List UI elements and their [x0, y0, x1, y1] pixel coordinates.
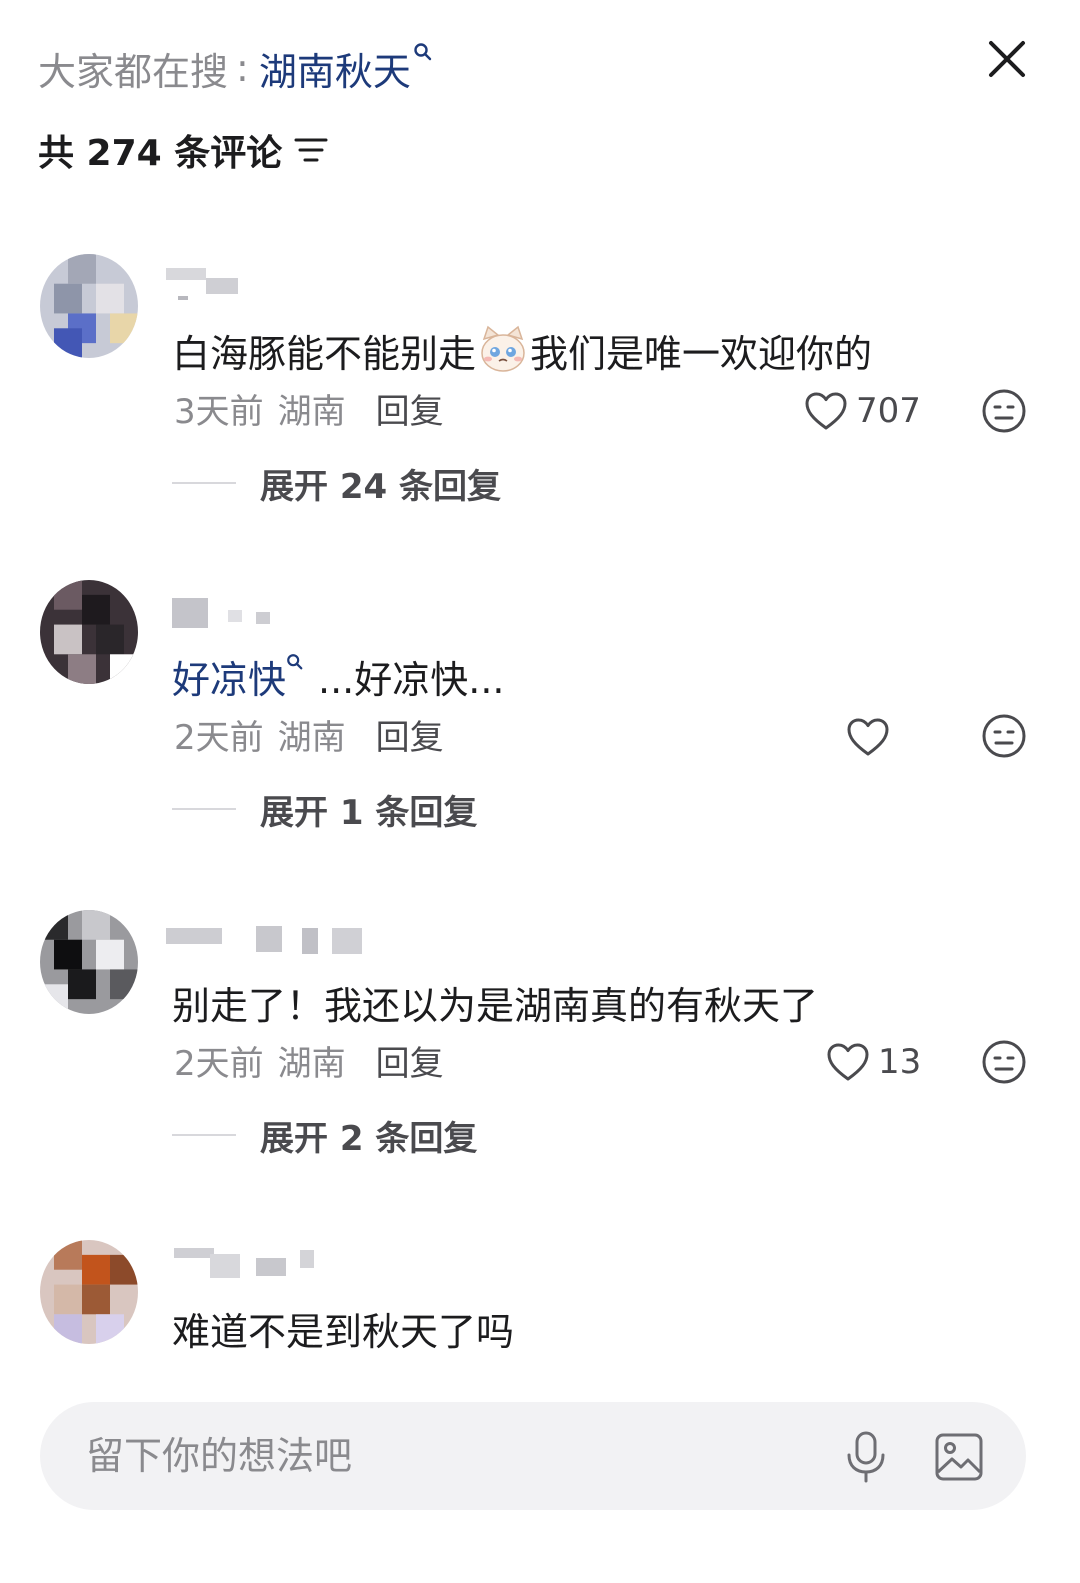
heart-outline-icon: [827, 1043, 869, 1081]
reply-button[interactable]: 回复: [376, 384, 444, 433]
microphone-icon[interactable]: [844, 1430, 888, 1484]
comment-text-part: 难道不是到秋天了吗: [172, 1309, 515, 1354]
sort-icon[interactable]: [294, 135, 328, 165]
comment-input-bar: [40, 1402, 1026, 1510]
comment-text: 好凉快 ...好凉快...: [172, 646, 505, 706]
comment-text: 别走了！我还以为是湖南真的有秋天了: [172, 972, 818, 1032]
comment-text-part: 别走了！我还以为是湖南真的有秋天了: [172, 983, 819, 1028]
image-icon[interactable]: [934, 1432, 984, 1482]
comment-count-header: 共 274 条评论: [38, 124, 328, 176]
trending-search-term[interactable]: 湖南秋天: [259, 41, 411, 96]
comment-time: 2天前: [174, 717, 264, 758]
comment-location: 湖南: [277, 717, 346, 758]
trending-search-prefix: 大家都在搜: [38, 49, 229, 94]
comment-location: 湖南: [277, 1043, 346, 1084]
trending-search-bar[interactable]: 大家都在搜 : 湖南秋天: [38, 40, 433, 96]
expand-divider: [172, 808, 236, 810]
avatar[interactable]: [40, 1240, 138, 1344]
emoji-face-icon[interactable]: [981, 1039, 1027, 1085]
heart-outline-icon: [805, 392, 847, 430]
expand-divider: [172, 482, 236, 484]
avatar[interactable]: [40, 254, 138, 358]
expand-replies-button[interactable]: 展开 1 条回复: [172, 784, 477, 834]
trending-search-colon: :: [236, 46, 249, 90]
comment-time: 2天前: [174, 1043, 264, 1084]
comment-text-part: 我们是唯一欢迎你的: [530, 331, 873, 376]
reply-button[interactable]: 回复: [376, 710, 444, 759]
avatar[interactable]: [40, 580, 138, 684]
comment-count-label: 共 274 条评论: [38, 133, 283, 174]
comment-meta: 2天前 湖南 回复: [174, 1036, 444, 1084]
like-button[interactable]: [846, 712, 898, 762]
comment-meta: 2天前 湖南 回复: [174, 710, 444, 758]
like-button[interactable]: 707: [804, 386, 921, 436]
comment-input[interactable]: [86, 1402, 846, 1510]
heart-outline-icon: [847, 718, 889, 756]
like-count: 13: [878, 1042, 922, 1082]
like-count: 707: [856, 391, 921, 431]
topic-link[interactable]: 好凉快: [172, 649, 286, 704]
username-blurred[interactable]: [166, 268, 366, 304]
expand-replies-label: 展开 1 条回复: [260, 792, 478, 833]
comment-text: 难道不是到秋天了吗: [172, 1298, 514, 1358]
reply-button[interactable]: 回复: [376, 1036, 444, 1085]
emoji-face-icon[interactable]: [981, 713, 1027, 759]
like-button[interactable]: 13: [826, 1037, 921, 1087]
expand-replies-button[interactable]: 展开 2 条回复: [172, 1110, 477, 1160]
comment-location: 湖南: [277, 391, 346, 432]
close-icon[interactable]: [982, 34, 1032, 84]
comment-time: 3天前: [174, 391, 264, 432]
username-blurred[interactable]: [166, 596, 366, 632]
search-icon: [287, 654, 303, 670]
crying-cat-emoji: [481, 325, 525, 372]
username-blurred[interactable]: [166, 1246, 366, 1282]
expand-replies-label: 展开 24 条回复: [260, 466, 501, 507]
expand-divider: [172, 1134, 236, 1136]
search-icon: [414, 43, 432, 61]
emoji-face-icon[interactable]: [981, 388, 1027, 434]
expand-replies-button[interactable]: 展开 24 条回复: [172, 458, 501, 508]
username-blurred[interactable]: [166, 922, 366, 958]
comment-meta: 3天前 湖南 回复: [174, 384, 444, 432]
comment-text-part: 白海豚能不能别走: [172, 331, 477, 376]
comment-text: 白海豚能不能别走 我们是唯一欢迎你的: [172, 320, 872, 380]
comment-text-part: ...好凉快...: [318, 657, 505, 702]
avatar[interactable]: [40, 910, 138, 1014]
expand-replies-label: 展开 2 条回复: [260, 1118, 478, 1159]
